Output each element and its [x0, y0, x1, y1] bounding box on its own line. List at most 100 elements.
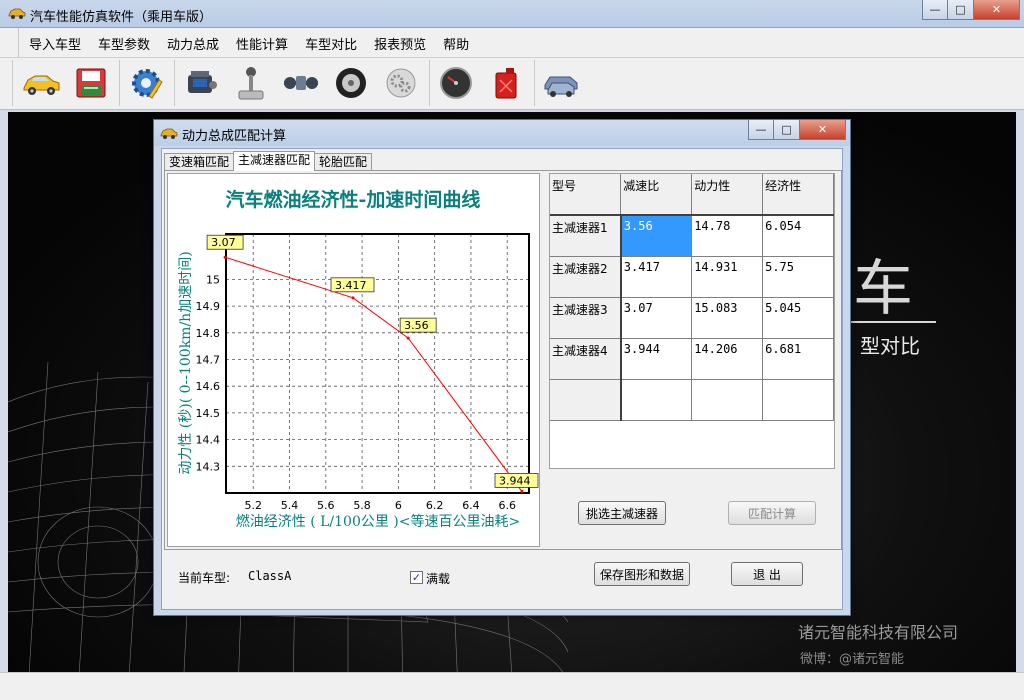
drivetrain-icon[interactable]: [281, 62, 321, 104]
x-tick-label: 6.6: [498, 499, 516, 512]
table-row-empty: [550, 379, 834, 421]
minimize-button[interactable]: —: [922, 0, 948, 20]
select-final-drive-button[interactable]: 挑选主减速器: [578, 501, 666, 525]
table-row: 主减速器3 3.07 15.083 5.045: [550, 297, 834, 339]
chart-title: 汽车燃油经济性-加速时间曲线: [226, 188, 481, 211]
car-icon[interactable]: [21, 62, 61, 104]
brand-underline: [844, 321, 936, 323]
table-cell[interactable]: 14.206: [691, 338, 764, 380]
fuel-can-icon[interactable]: [486, 62, 526, 104]
company-name: 诸元智能科技有限公司: [798, 623, 959, 642]
menu-compare[interactable]: 车型对比: [305, 34, 357, 53]
row-header[interactable]: [550, 379, 622, 421]
full-load-label: 满载: [426, 572, 451, 586]
dialog-title: 动力总成匹配计算: [182, 129, 287, 144]
data-label: 3.07: [211, 236, 236, 249]
gears-icon[interactable]: [381, 62, 421, 104]
save-icon[interactable]: [71, 62, 111, 104]
row-header[interactable]: 主减速器1: [550, 215, 622, 257]
menu-report[interactable]: 报表预览: [374, 34, 426, 53]
data-label: 3.417: [335, 279, 367, 292]
y-tick-label: 14.3: [196, 460, 221, 473]
y-tick-label: 14.8: [196, 327, 221, 340]
dialog-minimize-button[interactable]: —: [748, 120, 774, 140]
engine-icon[interactable]: [181, 62, 221, 104]
full-load-checkbox[interactable]: ✓: [410, 571, 423, 584]
maximize-button[interactable]: □: [948, 0, 974, 20]
table-cell[interactable]: 3.417: [620, 256, 693, 298]
dialog-body: 变速箱匹配 主减速器匹配 轮胎匹配 汽车燃油经济性-加速时间曲线 14.3 14.…: [161, 148, 843, 610]
brand-subtitle: 型对比: [860, 334, 920, 358]
fuel-accel-chart: 汽车燃油经济性-加速时间曲线 14.3 14.4 14.5 14.6 14.7 14.8 1…: [167, 173, 540, 547]
settings-icon[interactable]: [126, 62, 166, 104]
data-label: 3.944: [499, 474, 531, 487]
table-row: 主减速器4 3.944 14.206 6.681: [550, 338, 834, 380]
table-cell[interactable]: [620, 379, 693, 421]
menu-performance[interactable]: 性能计算: [236, 34, 288, 53]
row-header[interactable]: 主减速器2: [550, 256, 622, 298]
table-cell[interactable]: 6.681: [762, 338, 834, 380]
menu-powertrain[interactable]: 动力总成: [167, 34, 219, 53]
table-cell[interactable]: 6.054: [762, 215, 834, 257]
table-cell[interactable]: 15.083: [691, 297, 764, 339]
tab-final-drive-match[interactable]: 主减速器匹配: [233, 151, 316, 171]
row-header[interactable]: 主减速器3: [550, 297, 622, 339]
menu-model-params[interactable]: 车型参数: [98, 34, 150, 53]
x-tick-label: 6: [395, 499, 402, 512]
table-cell[interactable]: 3.07: [620, 297, 693, 339]
tab-panel: 汽车燃油经济性-加速时间曲线 14.3 14.4 14.5 14.6 14.7 14.8 1…: [164, 170, 842, 550]
table-cell-selected[interactable]: 3.56: [620, 215, 693, 257]
x-tick-label: 5.8: [353, 499, 371, 512]
table-cell[interactable]: 14.78: [691, 215, 764, 257]
gearshift-icon[interactable]: [231, 62, 271, 104]
column-header[interactable]: 减速比: [620, 174, 693, 216]
series-line: [224, 256, 523, 492]
table-cell[interactable]: 5.75: [762, 256, 834, 298]
app-car-icon: [8, 6, 26, 20]
y-tick-label: 14.9: [196, 300, 221, 313]
weibo-text: 微博：@诸元智能: [800, 652, 905, 667]
x-tick-label: 5.6: [317, 499, 335, 512]
dialog-title-bar: 动力总成匹配计算 — □ ✕: [154, 120, 850, 146]
data-point: [223, 255, 227, 259]
close-button[interactable]: ✕: [974, 0, 1020, 20]
table-cell[interactable]: 3.944: [620, 338, 693, 380]
plot-frame: [225, 233, 530, 494]
status-bar: [0, 672, 1024, 700]
column-header[interactable]: 经济性: [762, 174, 834, 216]
table-row: 主减速器1 3.56 14.78 6.054: [550, 215, 834, 257]
row-header[interactable]: 主减速器4: [550, 338, 622, 380]
vehicle-compare-icon[interactable]: [541, 62, 581, 104]
column-header[interactable]: 型号: [550, 174, 622, 216]
tab-gearbox-match[interactable]: 变速箱匹配: [164, 153, 235, 171]
powertrain-match-dialog: 动力总成匹配计算 — □ ✕ 变速箱匹配 主减速器匹配 轮胎匹配 汽车燃油经济性…: [153, 119, 851, 616]
speedometer-icon[interactable]: [436, 62, 476, 104]
dialog-close-button[interactable]: ✕: [800, 120, 846, 140]
menu-help[interactable]: 帮助: [443, 34, 469, 53]
save-chart-data-button[interactable]: 保存图形和数据: [594, 562, 690, 586]
exit-button[interactable]: 退 出: [731, 562, 803, 586]
data-point: [406, 336, 410, 340]
title-bar: 汽车性能仿真软件（乘用车版） — □ ✕: [0, 0, 1024, 28]
table-cell[interactable]: [762, 379, 834, 421]
toolbar: [0, 58, 1024, 110]
window-title: 汽车性能仿真软件（乘用车版）: [30, 10, 213, 25]
tab-strip: 变速箱匹配 主减速器匹配 轮胎匹配: [164, 151, 373, 171]
dialog-car-icon: [160, 126, 178, 140]
tab-tire-match[interactable]: 轮胎匹配: [314, 153, 373, 171]
table-row: 主减速器2 3.417 14.931 5.75: [550, 256, 834, 298]
match-calculate-button[interactable]: 匹配计算: [728, 501, 816, 525]
dialog-maximize-button[interactable]: □: [774, 120, 800, 140]
table-cell[interactable]: 14.931: [691, 256, 764, 298]
menu-import-model[interactable]: 导入车型: [29, 34, 81, 53]
tire-icon[interactable]: [331, 62, 371, 104]
table-cell[interactable]: 5.045: [762, 297, 834, 339]
final-drive-table[interactable]: 型号 减速比 动力性 经济性 主减速器1 3.56 14.78 6.054 主减…: [549, 173, 835, 469]
table-cell[interactable]: [691, 379, 764, 421]
column-header[interactable]: 动力性: [691, 174, 764, 216]
y-tick-label: 15: [206, 273, 220, 286]
x-tick-label: 6.4: [462, 499, 480, 512]
y-axis-label: 动力性 (秒)( 0--100km/h加速时间): [178, 251, 194, 474]
data-point: [520, 489, 524, 493]
y-tick-label: 14.6: [196, 380, 221, 393]
